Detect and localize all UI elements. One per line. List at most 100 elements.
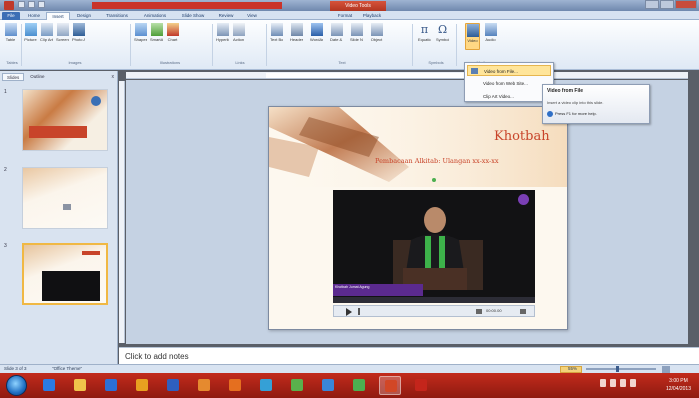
text-box-button[interactable]: Text Box [270, 23, 283, 50]
taskbar-button[interactable] [410, 376, 432, 395]
video-dropdown-menu: Video from File... Video from Web Site..… [464, 62, 554, 102]
screenshot-button[interactable]: Screenshot [56, 23, 69, 50]
close-button[interactable] [675, 0, 697, 9]
smartart-button[interactable]: SmartArt [150, 23, 163, 50]
clock-time: 3:00 PM [669, 378, 688, 384]
tab-format[interactable]: Format [334, 12, 356, 20]
tab-file[interactable]: File [2, 12, 20, 20]
zoom-slider-thumb[interactable] [616, 366, 619, 372]
speaker-icon [63, 204, 71, 210]
object-button[interactable]: Object [370, 23, 383, 50]
tab-transitions[interactable]: Transitions [100, 12, 134, 20]
volume-icon[interactable] [630, 379, 636, 387]
taskbar-button[interactable] [224, 376, 246, 395]
pdf-icon [415, 379, 427, 391]
equation-button[interactable]: πEquation [418, 23, 431, 50]
chart-button[interactable]: Chart [166, 23, 179, 50]
help-icon [547, 111, 553, 117]
tab-slide-show[interactable]: Slide Show [176, 12, 210, 20]
tab-animations[interactable]: Animations [138, 12, 172, 20]
volume-icon[interactable] [520, 309, 526, 314]
notes-pane[interactable]: Click to add notes [119, 347, 699, 364]
video-frame[interactable]: Khotbah Jumat Agung [333, 190, 535, 303]
zoom-level[interactable]: 55% [568, 366, 577, 371]
app-icon [322, 379, 334, 391]
taskbar-button[interactable] [131, 376, 153, 395]
zoom-slider[interactable] [586, 366, 656, 372]
menu-item-clip-art-video[interactable]: Clip Art Video... [467, 91, 551, 102]
minimize-button[interactable] [645, 0, 659, 9]
thumbnail-title [82, 251, 100, 255]
shapes-button[interactable]: Shapes [134, 23, 147, 50]
taskbar-button[interactable] [193, 376, 215, 395]
group-text: Text [338, 60, 346, 65]
picture-button[interactable]: Picture [24, 23, 37, 50]
symbol-button[interactable]: Ω Symbol [436, 23, 449, 50]
smartart-icon [150, 23, 163, 36]
notes-placeholder: Click to add notes [125, 352, 189, 361]
flag-icon[interactable] [610, 379, 616, 387]
menu-item-video-from-web-site[interactable]: Video from Web Site... [467, 78, 551, 89]
photo-album-button[interactable]: Photo Album [72, 23, 85, 50]
tab-view[interactable]: View [242, 12, 262, 20]
taskbar-button[interactable] [379, 376, 401, 395]
taskbar-button[interactable] [348, 376, 370, 395]
rotation-handle[interactable] [432, 178, 436, 182]
playback-time: 00:00.00 [486, 308, 502, 313]
picture-icon [24, 23, 37, 36]
network-icon[interactable] [620, 379, 626, 387]
header-footer-icon [290, 23, 303, 36]
action-button[interactable]: Action [232, 23, 245, 50]
taskbar-button[interactable] [255, 376, 277, 395]
wordart-button[interactable]: WordArt [310, 23, 323, 50]
slide-number-button[interactable]: Slide Number [350, 23, 363, 50]
tab-design[interactable]: Design [72, 12, 96, 20]
video-embedded-controls [333, 297, 535, 303]
powerpoint-icon[interactable] [4, 1, 14, 10]
tab-outline[interactable]: Outline [26, 73, 48, 81]
play-icon[interactable] [346, 308, 352, 316]
undo-icon[interactable] [28, 1, 35, 8]
slide-thumbnail-image [22, 243, 108, 305]
tab-slides[interactable]: Slides [2, 73, 25, 81]
current-slide[interactable]: Khotbah Pembacaan Alkitab: Ulangan xx-xx… [268, 106, 568, 330]
close-pane-icon[interactable]: x [112, 74, 115, 80]
clip-art-button[interactable]: Clip Art [40, 23, 53, 50]
save-icon[interactable] [18, 1, 25, 8]
video-button[interactable]: Video [465, 23, 480, 50]
taskbar-button[interactable] [100, 376, 122, 395]
taskbar-button[interactable] [162, 376, 184, 395]
start-button[interactable] [6, 375, 27, 396]
date-time-button[interactable]: Date & Time [330, 23, 343, 50]
maximize-button[interactable] [660, 0, 674, 9]
header-footer-button[interactable]: Header & Footer [290, 23, 303, 50]
taskbar-button[interactable] [69, 376, 91, 395]
tray-arrow-icon[interactable] [600, 379, 606, 387]
tab-playback[interactable]: Playback [358, 12, 386, 20]
firefox-icon [229, 379, 241, 391]
menu-item-video-from-file[interactable]: Video from File... [467, 65, 551, 76]
redo-icon[interactable] [38, 1, 45, 8]
clock[interactable]: 3:00 PM 12/04/2013 [666, 377, 691, 393]
taskbar-button[interactable] [286, 376, 308, 395]
tab-home[interactable]: Home [24, 12, 44, 20]
playhead-marker[interactable] [358, 308, 360, 315]
tab-review[interactable]: Review [214, 12, 238, 20]
taskbar-button[interactable] [38, 376, 60, 395]
taskbar-button[interactable] [317, 376, 339, 395]
fit-to-window-icon[interactable] [662, 366, 670, 373]
slide-title[interactable]: Khotbah [494, 129, 550, 144]
hyperlink-button[interactable]: Hyperlink [216, 23, 229, 50]
ribbon: Table Picture Clip Art Screenshot Photo … [0, 20, 699, 70]
folder-icon [74, 379, 86, 391]
tab-insert[interactable]: Insert [46, 12, 70, 20]
audio-button[interactable]: Audio [484, 23, 497, 50]
slide-subtitle[interactable]: Pembacaan Alkitab: Ulangan xx-xx-xx [375, 157, 499, 165]
photo-album-icon [72, 23, 85, 36]
text-box-icon [270, 23, 283, 36]
powerpoint-icon [385, 380, 397, 392]
table-button[interactable]: Table [4, 23, 17, 50]
title-bar: Video Tools [0, 0, 699, 11]
step-back-icon[interactable] [476, 309, 482, 314]
hyperlink-icon [216, 23, 229, 36]
